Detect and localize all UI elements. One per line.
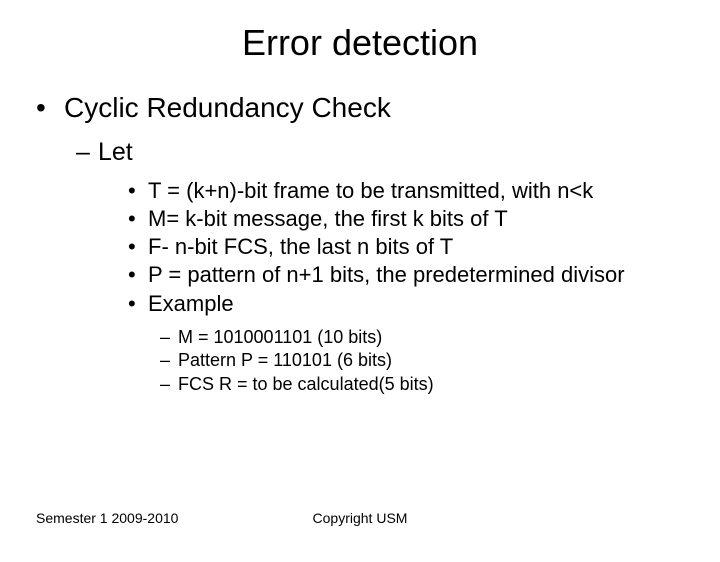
list-item: –Pattern P = 110101 (6 bits) xyxy=(160,349,690,372)
slide-content: •Cyclic Redundancy Check –Let •T = (k+n)… xyxy=(0,92,720,396)
list-item: •Example xyxy=(128,290,690,318)
list-item-text: M = 1010001101 (10 bits) xyxy=(178,327,382,347)
bullet-icon: • xyxy=(128,177,148,205)
list-item-text: Example xyxy=(148,291,234,316)
slide: Error detection •Cyclic Redundancy Check… xyxy=(0,22,720,562)
slide-title: Error detection xyxy=(0,22,720,64)
heading-2-text: Let xyxy=(98,138,133,166)
dash-icon: – xyxy=(160,326,178,349)
list-item: •P = pattern of n+1 bits, the predetermi… xyxy=(128,261,690,289)
heading-level-2: –Let xyxy=(76,138,690,167)
list-item: •M= k-bit message, the first k bits of T xyxy=(128,205,690,233)
list-item: –M = 1010001101 (10 bits) xyxy=(160,326,690,349)
dash-icon: – xyxy=(160,349,178,372)
list-item-text: F- n-bit FCS, the last n bits of T xyxy=(148,234,453,259)
bullet-icon: • xyxy=(36,92,64,124)
footer-left: Semester 1 2009-2010 xyxy=(36,510,178,526)
list-item: –FCS R = to be calculated(5 bits) xyxy=(160,373,690,396)
list-item: •T = (k+n)-bit frame to be transmitted, … xyxy=(128,177,690,205)
example-list: –M = 1010001101 (10 bits) –Pattern P = 1… xyxy=(160,326,690,396)
list-item-text: Pattern P = 110101 (6 bits) xyxy=(178,350,392,370)
heading-1-text: Cyclic Redundancy Check xyxy=(64,92,391,123)
definition-list: •T = (k+n)-bit frame to be transmitted, … xyxy=(128,177,690,318)
list-item-text: P = pattern of n+1 bits, the predetermin… xyxy=(148,262,625,287)
bullet-icon: • xyxy=(128,261,148,289)
list-item-text: T = (k+n)-bit frame to be transmitted, w… xyxy=(148,178,593,203)
list-item-text: M= k-bit message, the first k bits of T xyxy=(148,206,508,231)
list-item-text: FCS R = to be calculated(5 bits) xyxy=(178,374,434,394)
list-item: •F- n-bit FCS, the last n bits of T xyxy=(128,233,690,261)
dash-icon: – xyxy=(76,138,98,167)
heading-level-1: •Cyclic Redundancy Check xyxy=(36,92,690,124)
bullet-icon: • xyxy=(128,233,148,261)
bullet-icon: • xyxy=(128,205,148,233)
bullet-icon: • xyxy=(128,290,148,318)
dash-icon: – xyxy=(160,373,178,396)
